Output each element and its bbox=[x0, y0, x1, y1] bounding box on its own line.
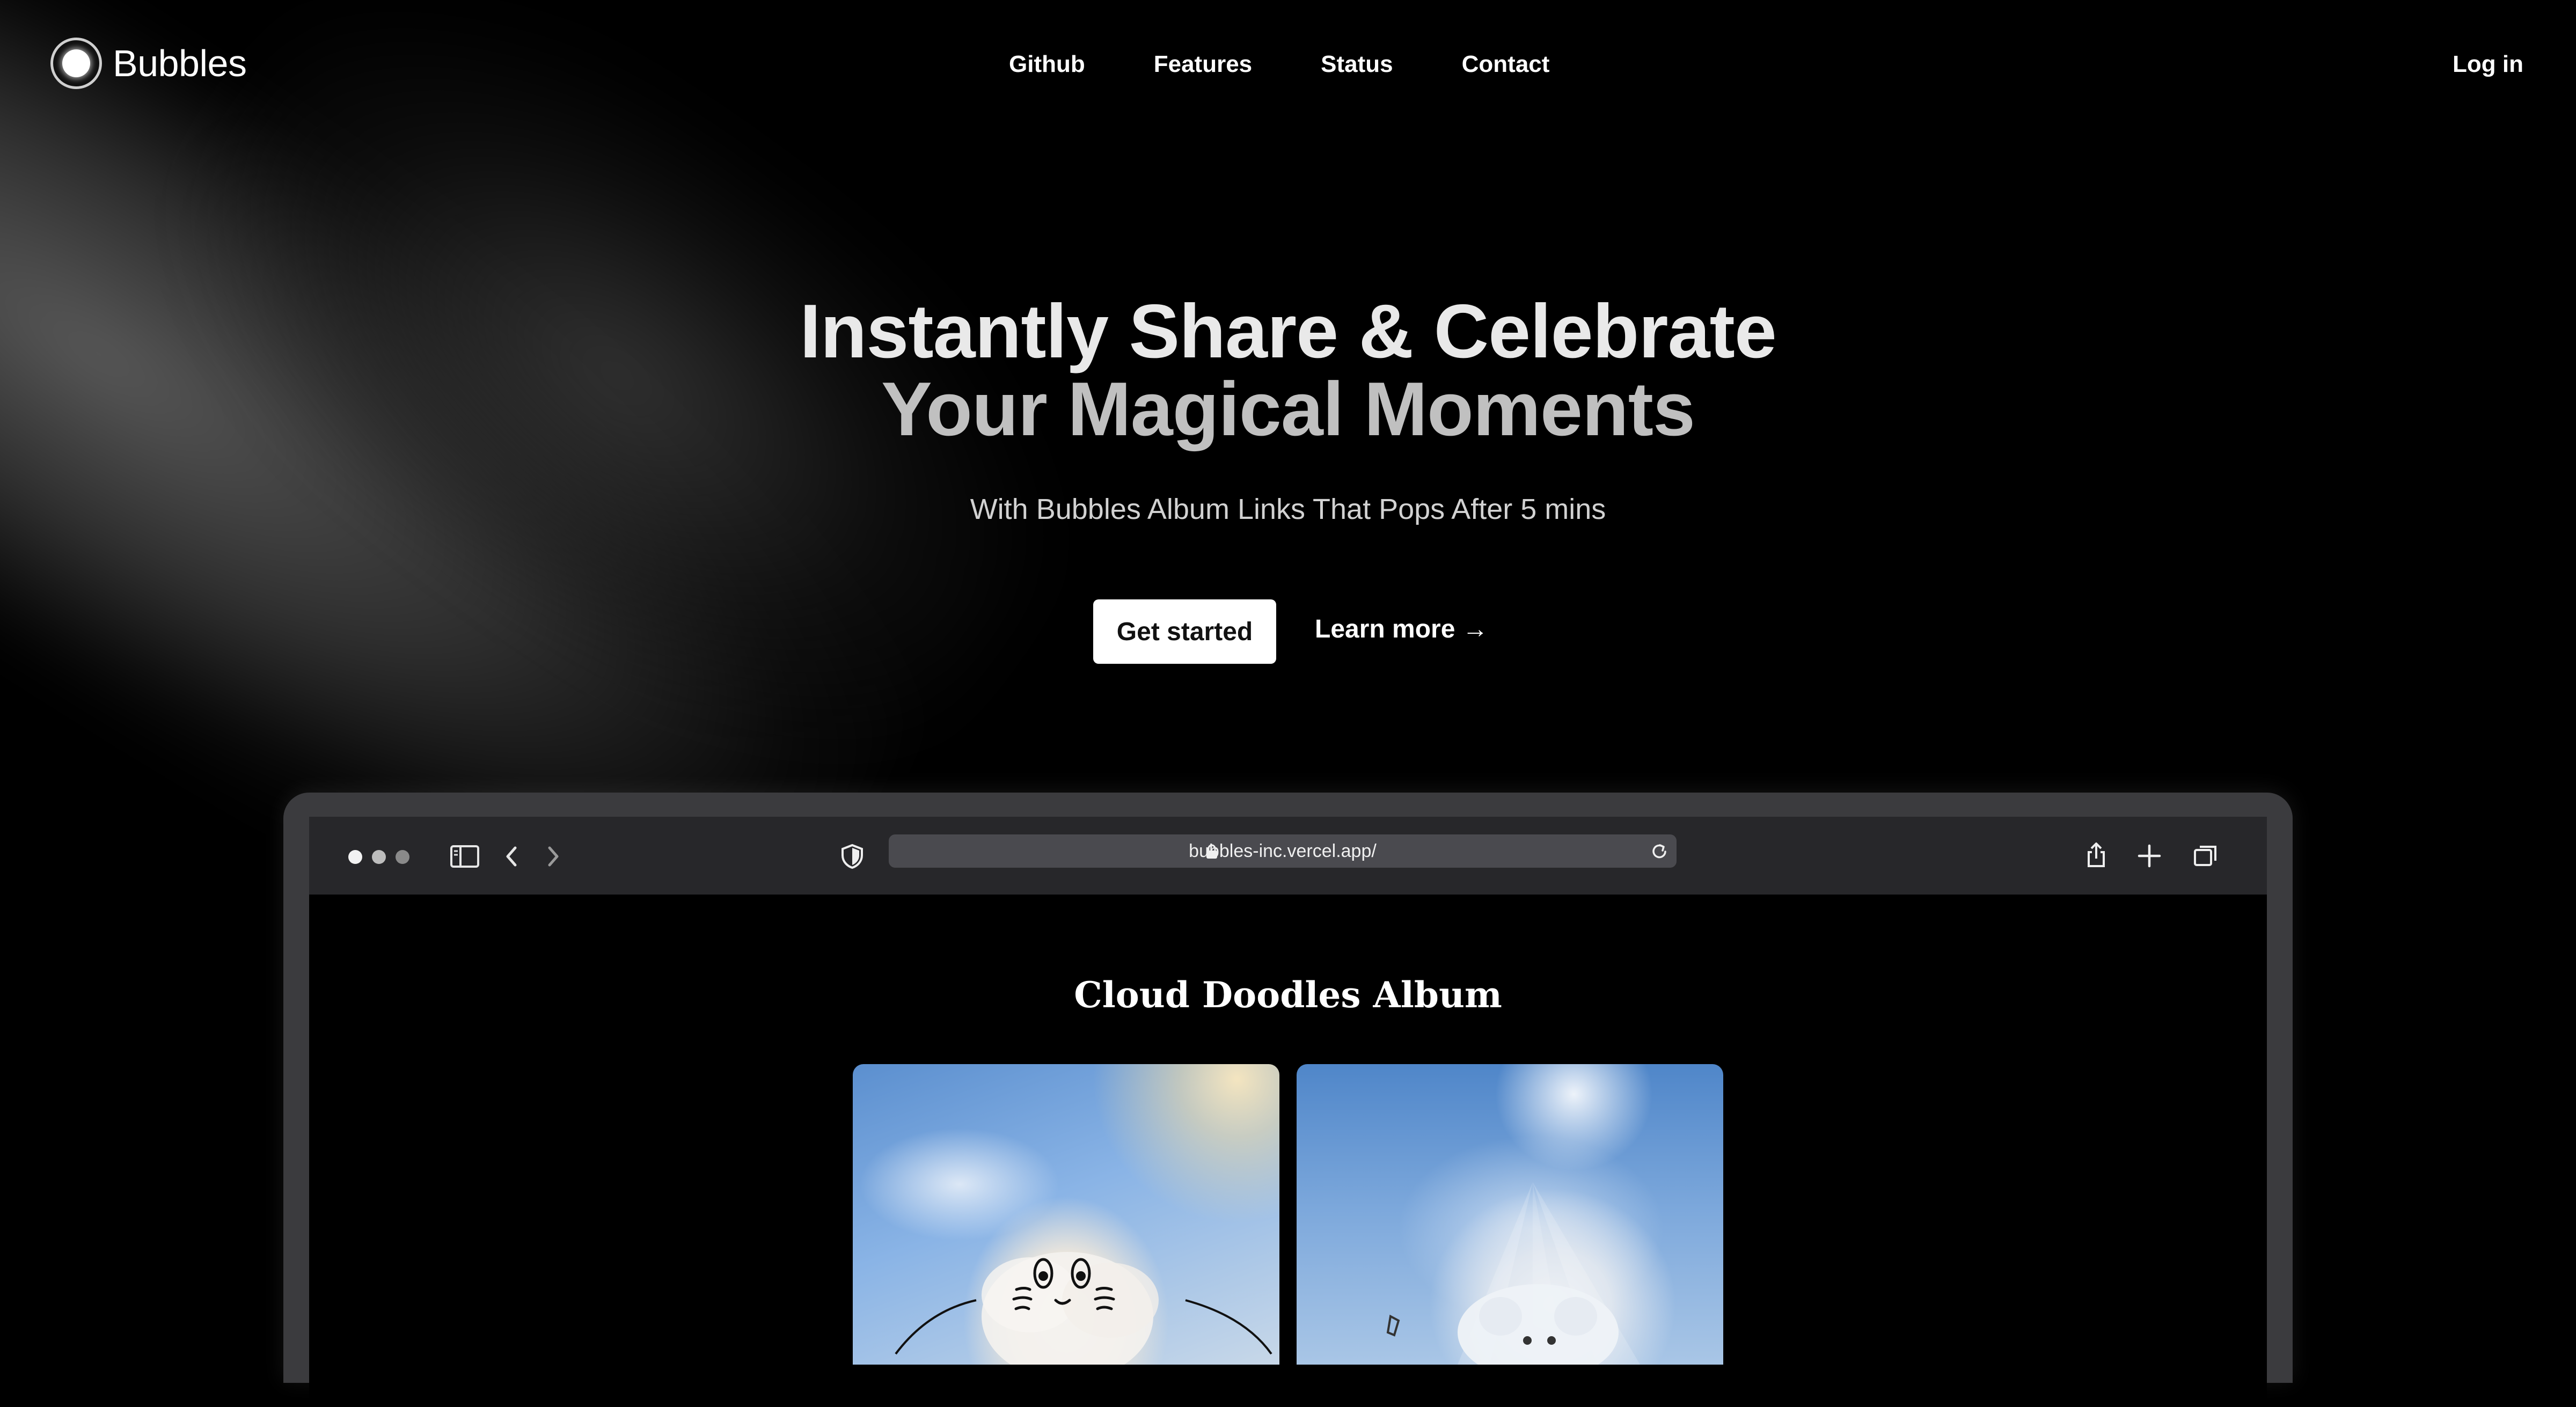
address-bar[interactable]: bubbles-inc.vercel.app/ bbox=[889, 834, 1677, 868]
nav-link-status[interactable]: Status bbox=[1321, 51, 1393, 78]
brand-logo-link[interactable]: Bubbles bbox=[50, 38, 247, 89]
tabs-overview-icon[interactable] bbox=[2193, 844, 2219, 868]
brand-name: Bubbles bbox=[113, 42, 247, 84]
window-close-dot[interactable] bbox=[348, 850, 362, 864]
forward-icon[interactable] bbox=[545, 845, 561, 868]
back-icon[interactable] bbox=[503, 845, 519, 868]
nav-links: Github Features Status Contact bbox=[1009, 51, 1618, 78]
top-navigation: Bubbles Github Features Status Contact L… bbox=[0, 0, 2576, 129]
nav-link-features[interactable]: Features bbox=[1154, 51, 1252, 78]
browser-toolbar: bubbles-inc.vercel.app/ bbox=[309, 817, 2267, 895]
hero-subtitle: With Bubbles Album Links That Pops After… bbox=[970, 493, 1606, 525]
browser-window: bubbles-inc.vercel.app/ bbox=[309, 817, 2267, 1407]
hero-title-line-2: Your Magical Moments bbox=[881, 367, 1695, 452]
login-link[interactable]: Log in bbox=[2453, 51, 2523, 78]
nav-link-contact[interactable]: Contact bbox=[1462, 51, 1550, 78]
window-minimize-dot[interactable] bbox=[372, 850, 386, 864]
album-photo-cloud-bear[interactable] bbox=[1297, 1064, 1723, 1365]
album-title: Cloud Doodles Album bbox=[1074, 974, 1502, 1016]
window-maximize-dot[interactable] bbox=[396, 850, 409, 864]
hero-title-line-1: Instantly Share & Celebrate bbox=[800, 289, 1777, 374]
learn-more-link[interactable]: Learn more → bbox=[1315, 614, 1488, 644]
address-bar-url: bubbles-inc.vercel.app/ bbox=[1189, 841, 1377, 861]
reload-icon[interactable] bbox=[1650, 842, 1669, 861]
shield-icon[interactable] bbox=[840, 844, 864, 869]
new-tab-icon[interactable] bbox=[2137, 844, 2162, 868]
get-started-button[interactable]: Get started bbox=[1093, 599, 1276, 664]
cloud-doodle-bear-icon bbox=[1386, 1182, 1640, 1365]
nav-link-github[interactable]: Github bbox=[1009, 51, 1085, 78]
laptop-mockup: bubbles-inc.vercel.app/ bbox=[283, 793, 2293, 1407]
hero-title: Instantly Share & Celebrate Your Magical… bbox=[0, 292, 2576, 448]
sidebar-icon[interactable] bbox=[450, 845, 480, 868]
cloud-doodle-face-icon bbox=[895, 1252, 1272, 1365]
album-photo-cloud-face[interactable] bbox=[853, 1064, 1279, 1365]
share-icon[interactable] bbox=[2084, 841, 2108, 869]
bubble-logo-icon bbox=[50, 38, 102, 89]
